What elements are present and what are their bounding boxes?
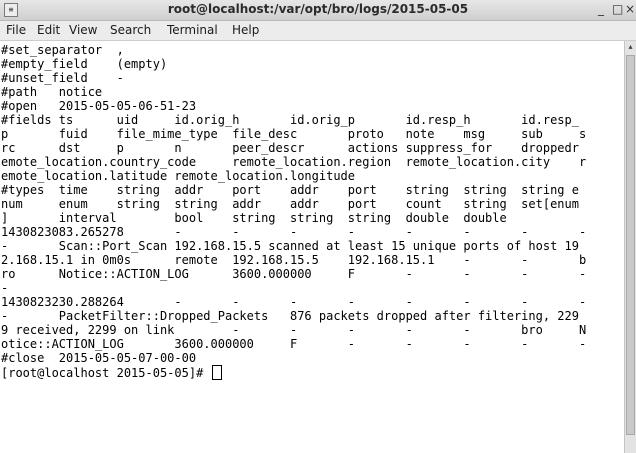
- vertical-scrollbar[interactable]: ▴: [624, 41, 636, 453]
- terminal-line: num enum string string addr addr port co…: [1, 197, 579, 211]
- shell-prompt: [root@localhost 2015-05-05]#: [1, 366, 211, 380]
- terminal-line: ] interval bool string string string dou…: [1, 211, 507, 225]
- terminal-window: ≡ root@localhost:/var/opt/bro/logs/2015-…: [0, 0, 636, 453]
- terminal-line: emote_location.latitude remote_location.…: [1, 169, 356, 183]
- maximize-button[interactable]: □: [612, 2, 623, 16]
- terminal-line: 1430823083.265278 - - - - - - - -: [1, 225, 587, 239]
- menu-edit[interactable]: Edit: [37, 23, 60, 37]
- terminal-line: ro Notice::ACTION_LOG 3600.000000 F - - …: [1, 267, 587, 281]
- terminal-line: #unset_field -: [1, 71, 124, 85]
- menu-view[interactable]: View: [69, 23, 97, 37]
- menu-file[interactable]: File: [6, 23, 26, 37]
- terminal-line: 1430823230.288264 - - - - - - - -: [1, 295, 587, 309]
- menu-search[interactable]: Search: [110, 23, 151, 37]
- terminal-line: #fields ts uid id.orig_h id.orig_p id.re…: [1, 113, 579, 127]
- minimize-button[interactable]: _: [598, 2, 604, 16]
- close-button[interactable]: ×: [625, 2, 635, 16]
- terminal-line: otice::ACTION_LOG 3600.000000 F - - - - …: [1, 337, 587, 351]
- terminal-line: #types time string addr port addr port s…: [1, 183, 579, 197]
- terminal-line: p fuid file_mime_type file_desc proto no…: [1, 127, 587, 141]
- menu-terminal[interactable]: Terminal: [167, 23, 218, 37]
- terminal-line: - PacketFilter::Dropped_Packets 876 pack…: [1, 309, 579, 323]
- scrollbar-thumb[interactable]: [626, 55, 635, 435]
- terminal-line: #path notice: [1, 85, 103, 99]
- terminal-line: - Scan::Port_Scan 192.168.15.5 scanned a…: [1, 239, 579, 253]
- title-bar[interactable]: ≡ root@localhost:/var/opt/bro/logs/2015-…: [0, 0, 636, 21]
- text-cursor: [211, 365, 222, 380]
- window-title: root@localhost:/var/opt/bro/logs/2015-05…: [167, 2, 469, 16]
- terminal-line: emote_location.country_code remote_locat…: [1, 155, 587, 169]
- terminal-line: 2.168.15.1 in 0m0s remote 192.168.15.5 1…: [1, 253, 587, 267]
- terminal-line: #set_separator ,: [1, 43, 124, 57]
- scroll-up-arrow-icon[interactable]: ▴: [625, 41, 636, 53]
- terminal-line: #empty_field (empty): [1, 57, 168, 71]
- terminal-output[interactable]: #set_separator , #empty_field (empty) #u…: [0, 41, 624, 453]
- terminal-line: #open 2015-05-05-06-51-23: [1, 99, 197, 113]
- terminal-line: -: [1, 281, 9, 295]
- terminal-line: #close 2015-05-05-07-00-00: [1, 351, 197, 365]
- menu-help[interactable]: Help: [232, 23, 259, 37]
- terminal-line: rc dst p n peer_descr actions suppress_f…: [1, 141, 579, 155]
- menu-bar: File Edit View Search Terminal Help: [0, 21, 636, 41]
- shell-prompt-line[interactable]: [root@localhost 2015-05-05]#: [1, 365, 222, 380]
- terminal-line: 9 received, 2299 on link - - - - - bro N: [1, 323, 587, 337]
